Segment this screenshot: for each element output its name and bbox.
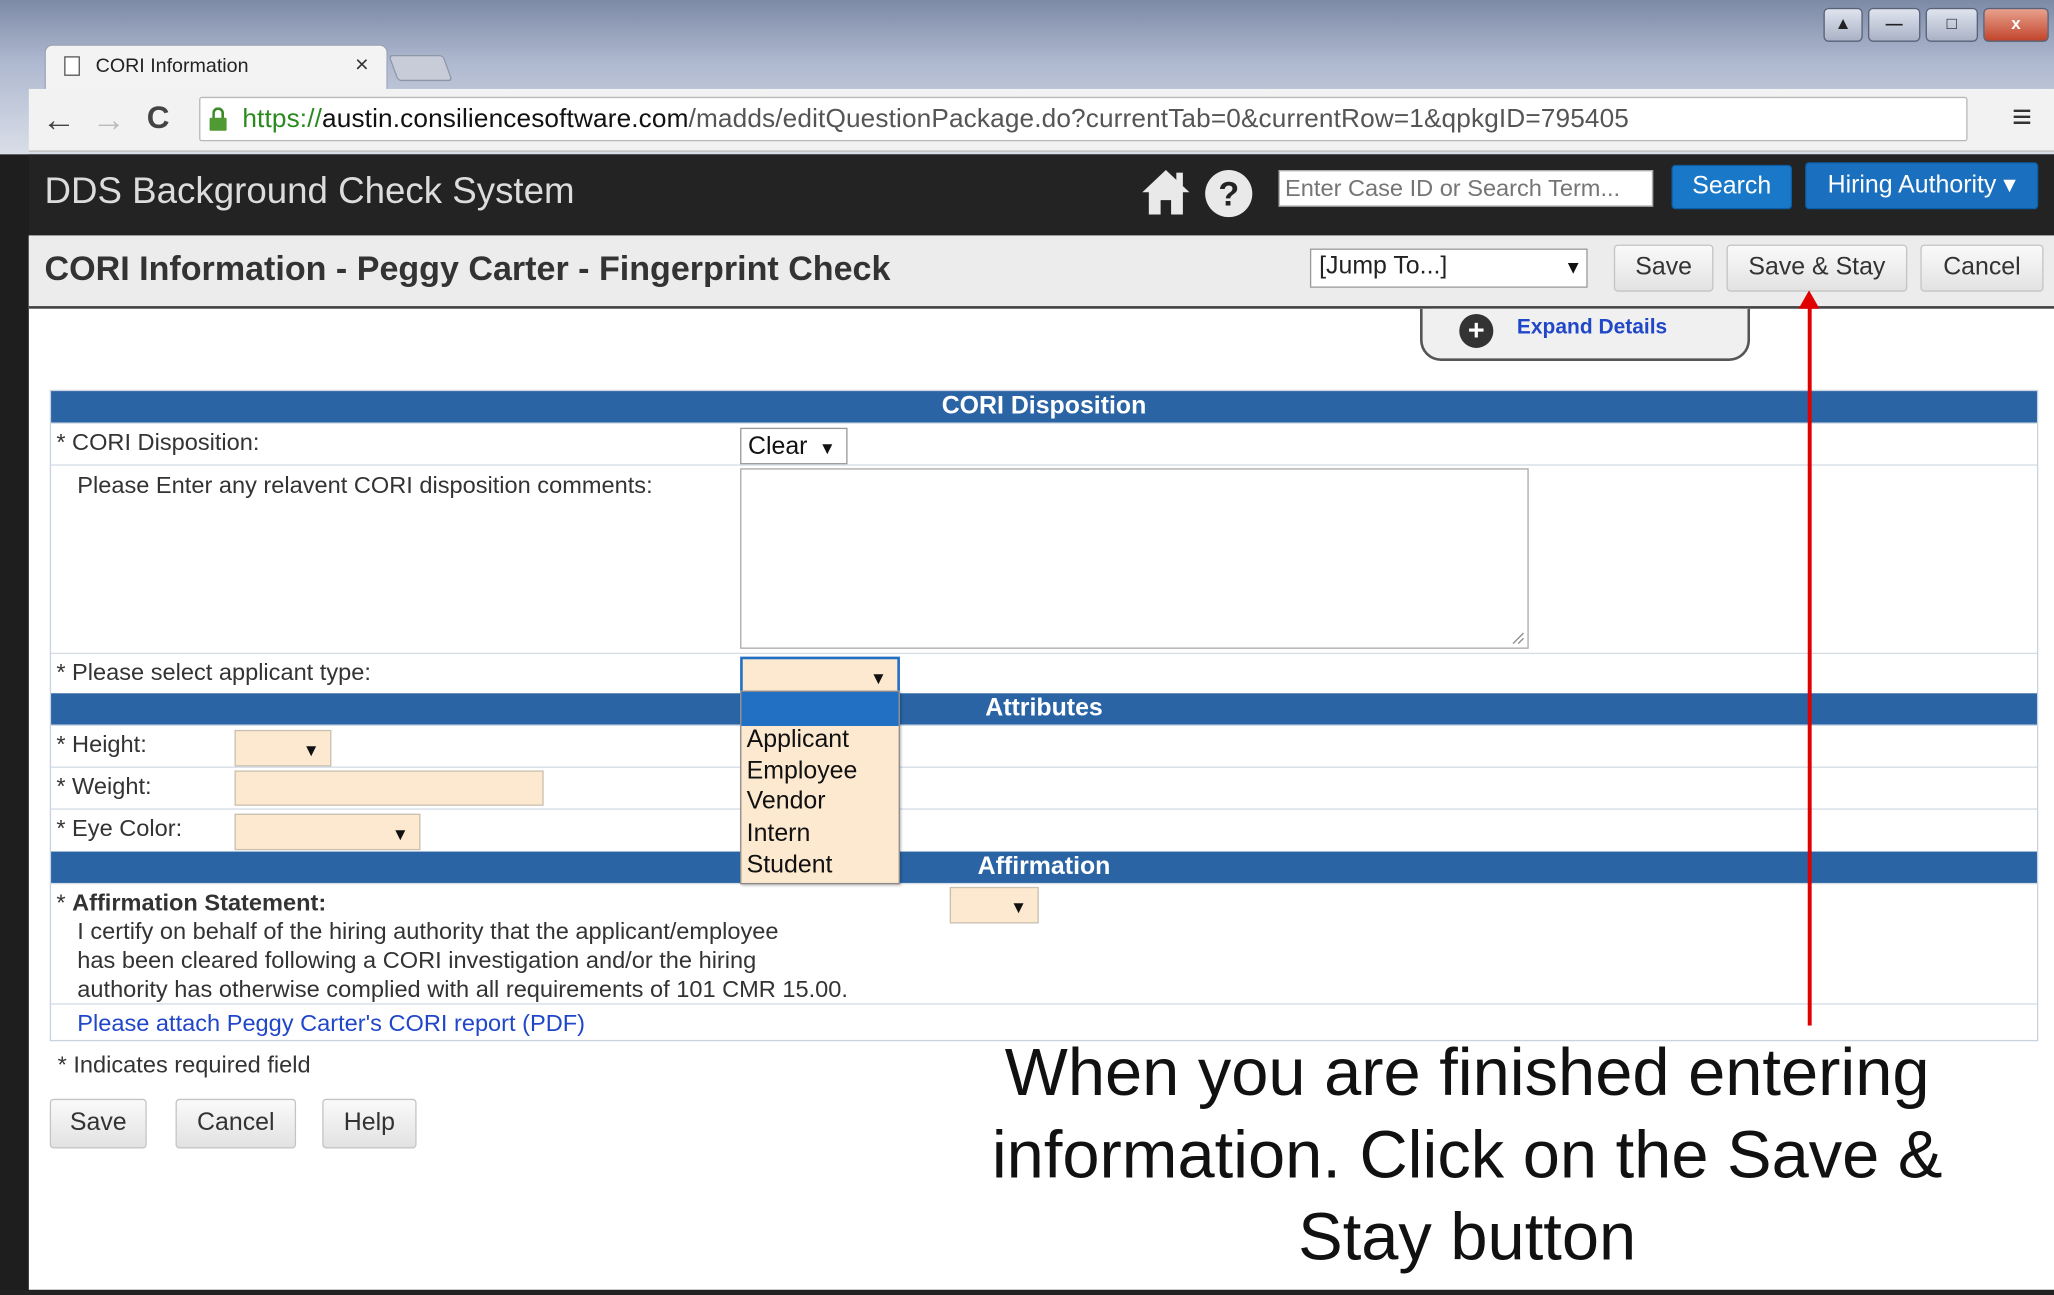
hiring-authority-dropdown[interactable]: Hiring Authority ▾: [1805, 162, 2039, 210]
page-title: CORI Information - Peggy Carter - Finger…: [44, 248, 891, 288]
instruction-text: When you are finished entering informati…: [917, 1031, 2017, 1278]
weight-label: * Weight:: [56, 773, 152, 800]
dropdown-option-blank[interactable]: [741, 691, 899, 726]
expand-details-link[interactable]: Expand Details: [1517, 317, 1667, 341]
attach-report-link[interactable]: Please attach Peggy Carter's CORI report…: [77, 1010, 585, 1037]
applicant-type-row: * Please select applicant type: ▼: [51, 652, 2037, 694]
browser-toolbar: ← → C https://austin.consiliencesoftware…: [28, 88, 2054, 152]
tab-title: CORI Information: [95, 54, 249, 78]
chevron-down-icon: ▼: [302, 740, 320, 760]
annotation-arrow: [1807, 298, 1812, 1026]
chevron-down-icon: ▼: [1010, 897, 1028, 917]
dropdown-option[interactable]: Employee: [747, 757, 858, 786]
applicant-type-select[interactable]: ▼: [740, 656, 900, 694]
url-text[interactable]: https://austin.consiliencesoftware.com/m…: [242, 105, 1629, 135]
jump-to-select[interactable]: [Jump To...]: [1309, 248, 1588, 288]
required-field-note: * Indicates required field: [57, 1051, 311, 1078]
url-host: austin.consiliencesoftware.com: [322, 104, 689, 134]
plus-icon: +: [1459, 313, 1494, 348]
address-bar[interactable]: https://austin.consiliencesoftware.com/m…: [199, 96, 1968, 142]
cori-form: CORI Disposition * CORI Disposition: Cle…: [49, 389, 2039, 1042]
instruction-line-3: Stay button: [1298, 1199, 1637, 1275]
window-close-icon[interactable]: x: [1983, 7, 2049, 42]
window-controls: ▲ — □ x: [1823, 7, 2049, 42]
save-button-bottom[interactable]: Save: [49, 1098, 147, 1149]
search-button[interactable]: Search: [1671, 164, 1793, 210]
app-title: DDS Background Check System: [44, 170, 575, 211]
height-row: * Height: ▼: [51, 724, 2037, 767]
disposition-label: * CORI Disposition:: [56, 429, 260, 456]
eye-color-select[interactable]: ▼: [234, 813, 421, 851]
cancel-button-bottom[interactable]: Cancel: [175, 1098, 297, 1149]
home-icon[interactable]: [1140, 166, 1192, 218]
forward-arrow-icon[interactable]: →: [92, 99, 126, 140]
instruction-line-2: information. Click on the Save &: [991, 1117, 1943, 1192]
section-affirmation: Affirmation: [51, 851, 2037, 883]
save-and-stay-button[interactable]: Save & Stay: [1726, 244, 1908, 292]
reload-icon[interactable]: C: [147, 101, 170, 138]
resize-handle-icon[interactable]: [1512, 632, 1525, 645]
back-arrow-icon[interactable]: ←: [42, 99, 76, 140]
comments-row: Please Enter any relavent CORI dispositi…: [51, 464, 2037, 652]
required-star: *: [56, 889, 73, 916]
close-tab-icon[interactable]: ×: [355, 51, 369, 78]
url-path: /madds/editQuestionPackage.do?currentTab…: [688, 104, 1630, 134]
eye-color-label: * Eye Color:: [56, 814, 183, 842]
dropdown-option[interactable]: Intern: [747, 820, 811, 849]
new-tab-button[interactable]: [388, 54, 453, 82]
section-attributes: Attributes: [51, 693, 2037, 725]
help-icon[interactable]: ?: [1205, 170, 1253, 218]
chevron-down-icon: ▼: [818, 438, 836, 458]
eye-color-row: * Eye Color: ▼: [51, 808, 2037, 851]
desktop-edge: [0, 0, 29, 1295]
expand-details-tab[interactable]: + Expand Details: [1419, 308, 1751, 362]
weight-row: * Weight:: [51, 766, 2037, 809]
disposition-row: * CORI Disposition: Clear ▼: [51, 422, 2037, 465]
chevron-down-icon: ▼: [391, 824, 409, 844]
dropdown-option[interactable]: Student: [747, 852, 833, 881]
applicant-type-dropdown-list: Applicant Employee Vendor Intern Student: [740, 690, 900, 885]
instruction-line-1: When you are finished entering: [1004, 1034, 1930, 1110]
lock-icon: [208, 107, 228, 131]
affirmation-select[interactable]: ▼: [949, 886, 1039, 924]
dropdown-option[interactable]: Applicant: [747, 726, 849, 755]
page-heading-bar: CORI Information - Peggy Carter - Finger…: [28, 235, 2054, 309]
chevron-down-icon: ▼: [1564, 256, 1583, 278]
affirmation-text-line-1: I certify on behalf of the hiring author…: [77, 918, 779, 945]
chevron-down-icon: ▼: [869, 668, 887, 689]
save-button[interactable]: Save: [1613, 244, 1714, 292]
weight-input[interactable]: [234, 770, 544, 806]
height-select[interactable]: ▼: [234, 729, 332, 767]
screen-bottom-edge: [0, 1289, 2054, 1295]
browser-tab[interactable]: CORI Information ×: [44, 44, 388, 89]
affirmation-label: Affirmation Statement:: [72, 889, 327, 916]
affirmation-heading: * Affirmation Statement:: [56, 889, 326, 916]
minimize-icon[interactable]: —: [1867, 7, 1921, 42]
browser-menu-icon[interactable]: ≡: [2012, 97, 2032, 138]
section-cori-disposition: CORI Disposition: [51, 391, 2037, 423]
dropdown-option[interactable]: Vendor: [747, 787, 826, 816]
url-scheme: https://: [242, 104, 323, 134]
applicant-type-label: * Please select applicant type:: [56, 659, 371, 686]
height-label: * Height:: [56, 731, 147, 758]
cancel-button[interactable]: Cancel: [1920, 244, 2044, 292]
help-button[interactable]: Help: [322, 1098, 417, 1149]
affirmation-text-line-2: has been cleared following a CORI invest…: [77, 947, 757, 974]
maximize-icon[interactable]: □: [1925, 7, 1979, 42]
document-icon: [64, 56, 80, 76]
affirmation-text-line-3: authority has otherwise complied with al…: [77, 975, 848, 1002]
disposition-value: Clear: [747, 432, 808, 461]
user-icon[interactable]: ▲: [1823, 7, 1863, 42]
comments-label: Please Enter any relavent CORI dispositi…: [77, 472, 653, 499]
disposition-select[interactable]: Clear ▼: [740, 427, 848, 465]
comments-textarea[interactable]: [740, 468, 1529, 649]
search-input[interactable]: [1278, 170, 1654, 207]
app-header: DDS Background Check System ? Search Hir…: [28, 154, 2054, 236]
affirmation-row: * Affirmation Statement: I certify on be…: [51, 882, 2037, 1003]
